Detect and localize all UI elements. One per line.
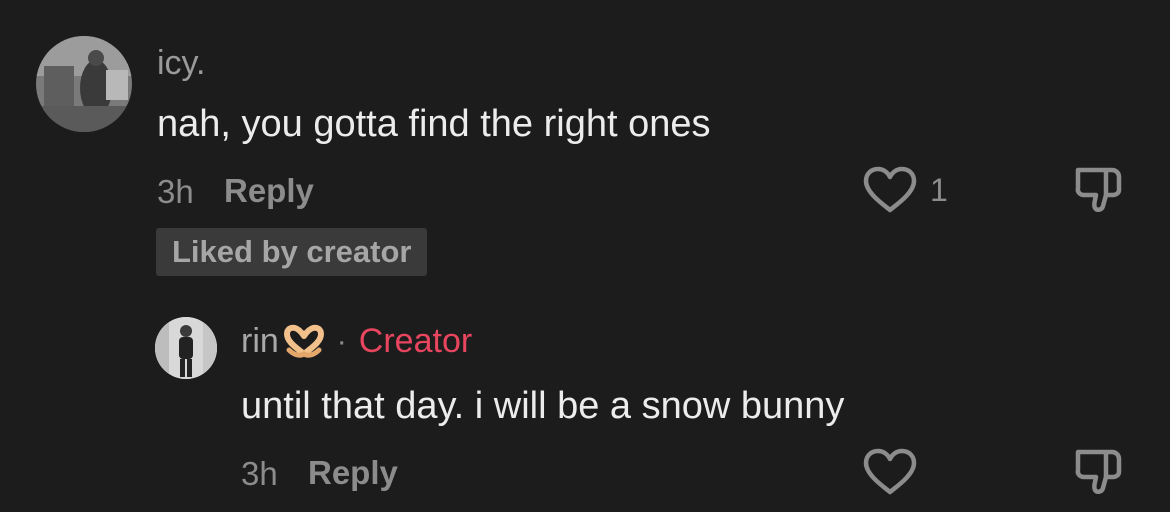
like-button[interactable]	[862, 447, 918, 497]
user-avatar-image	[36, 36, 132, 132]
separator-dot: ·	[336, 324, 347, 358]
comment-username[interactable]: icy.	[157, 44, 205, 83]
heart-hands-emoji-icon	[281, 324, 327, 360]
thumbs-down-outline-icon	[1075, 167, 1122, 212]
avatar[interactable]	[36, 36, 132, 132]
liked-by-creator-badge: Liked by creator	[156, 228, 428, 276]
reply-header: rin · Creator	[241, 322, 472, 361]
creator-label: Creator	[358, 322, 473, 360]
thumbs-down-outline-icon	[1075, 449, 1122, 494]
reply-button[interactable]: Reply	[224, 172, 314, 210]
comment-timestamp: 3h	[157, 173, 194, 210]
like-button[interactable]	[862, 165, 918, 215]
reply-timestamp: 3h	[241, 455, 278, 492]
avatar[interactable]	[155, 317, 217, 379]
comments-panel: icy. nah, you gotta find the right ones …	[0, 0, 1170, 512]
dislike-button[interactable]	[1072, 166, 1124, 214]
user-avatar-image	[155, 317, 217, 379]
heart-outline-icon	[863, 448, 917, 495]
comment-text: nah, you gotta find the right ones	[157, 103, 711, 145]
dislike-button[interactable]	[1072, 448, 1124, 496]
like-count: 1	[930, 172, 948, 208]
reply-text: until that day. i will be a snow bunny	[241, 385, 845, 427]
heart-outline-icon	[863, 166, 917, 213]
reply-button[interactable]: Reply	[308, 454, 398, 492]
reply-username[interactable]: rin	[241, 322, 279, 361]
